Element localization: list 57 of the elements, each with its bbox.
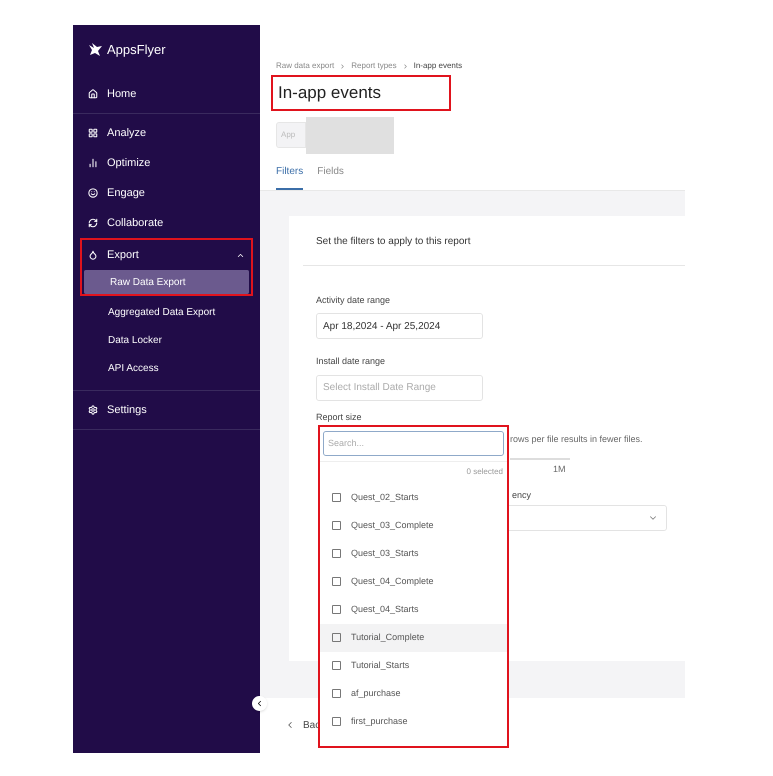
- option-row[interactable]: Quest_04_Complete: [320, 568, 507, 596]
- breadcrumb-separator-icon: [339, 62, 346, 70]
- tab[interactable]: Filters: [276, 164, 304, 190]
- breadcrumb-link[interactable]: Raw data export: [276, 60, 334, 72]
- nav-item[interactable]: Engage: [73, 178, 260, 208]
- option-row[interactable]: af_purchase: [320, 680, 507, 708]
- logo-text: AppsFlyer: [107, 41, 166, 60]
- field-label: Activity date range: [316, 294, 392, 307]
- date-range-field[interactable]: Apr 18,2024 - Apr 25,2024: [316, 313, 483, 339]
- grid-icon: [88, 128, 98, 138]
- home-icon: [88, 89, 98, 99]
- hint-text: rows per file results in fewer files.: [510, 433, 643, 446]
- checkbox[interactable]: [332, 717, 341, 726]
- checkbox[interactable]: [332, 633, 341, 642]
- nav-item[interactable]: Home: [73, 79, 260, 109]
- checkbox[interactable]: [332, 493, 341, 502]
- nav-item[interactable]: Optimize: [73, 148, 260, 178]
- breadcrumb-link[interactable]: In-app events: [414, 60, 462, 72]
- breadcrumb-link[interactable]: Report types: [351, 60, 397, 72]
- nav-subitem[interactable]: API Access: [82, 356, 251, 380]
- breadcrumb-separator-icon: [402, 62, 409, 70]
- nav-item[interactable]: Collaborate: [73, 208, 260, 238]
- settings-icon: [88, 405, 98, 415]
- field-label: ency: [512, 489, 532, 502]
- checkbox[interactable]: [332, 661, 341, 670]
- nav-subitem[interactable]: Aggregated Data Export: [82, 300, 251, 324]
- slider-tick-label: 1M: [553, 462, 566, 476]
- bar-chart-icon: [88, 158, 98, 168]
- logo-icon: [87, 43, 103, 57]
- option-row[interactable]: Tutorial_Complete: [320, 624, 507, 652]
- selected-count: 0 selected: [466, 466, 504, 478]
- search-field[interactable]: Search...: [323, 430, 504, 456]
- nav-subitem[interactable]: Data Locker: [82, 328, 251, 352]
- nav-subitem[interactable]: Raw Data Export: [84, 270, 249, 294]
- checkbox[interactable]: [332, 689, 341, 698]
- option-row[interactable]: Quest_03_Starts: [320, 540, 507, 568]
- option-row[interactable]: Quest_03_Complete: [320, 512, 507, 540]
- option-row[interactable]: Quest_04_Starts: [320, 596, 507, 624]
- checkbox[interactable]: [332, 577, 341, 586]
- chevron-left-icon: [255, 699, 264, 708]
- option-row[interactable]: first_purchase: [320, 708, 507, 736]
- refresh-icon: [88, 218, 98, 228]
- checkbox[interactable]: [332, 521, 341, 530]
- option-row[interactable]: Quest_02_Starts: [320, 484, 507, 512]
- nav-item[interactable]: Settings: [73, 395, 260, 425]
- tab[interactable]: Fields: [317, 164, 344, 190]
- droplet-icon: [88, 250, 98, 260]
- field-label: Install date range: [316, 355, 386, 368]
- checkbox[interactable]: [332, 549, 341, 558]
- smiley-icon: [88, 188, 98, 198]
- nav-item[interactable]: Analyze: [73, 118, 260, 148]
- card-heading: Set the filters to apply to this report: [303, 216, 685, 266]
- checkbox[interactable]: [332, 605, 341, 614]
- page-title: In-app events: [278, 82, 382, 104]
- field-label: Report size: [316, 410, 363, 424]
- option-row[interactable]: Tutorial_Starts: [320, 652, 507, 680]
- nav-item[interactable]: Export: [73, 240, 260, 270]
